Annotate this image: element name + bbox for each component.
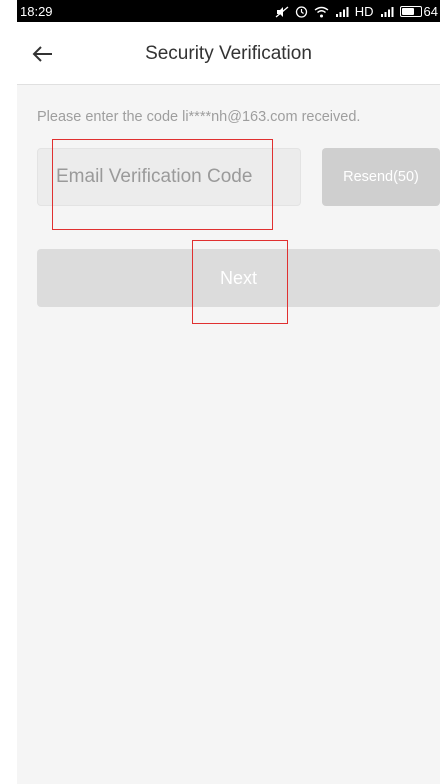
signal-icon xyxy=(335,6,349,17)
mute-icon xyxy=(275,6,289,18)
resend-button[interactable]: Resend(50) xyxy=(322,148,440,206)
status-bar: 18:29 HD 64 xyxy=(17,0,440,22)
alarm-icon xyxy=(295,5,308,18)
signal-icon xyxy=(380,6,394,17)
left-margin-strip xyxy=(0,0,17,784)
wifi-icon xyxy=(314,6,329,18)
page-title: Security Verification xyxy=(145,43,312,64)
email-verification-code-input[interactable] xyxy=(37,148,301,206)
status-icons: HD 64 xyxy=(275,4,438,19)
network-type-label: HD xyxy=(354,4,374,19)
status-time: 18:29 xyxy=(20,4,53,19)
battery-level: 64 xyxy=(423,4,438,19)
verification-hint: Please enter the code li****nh@163.com r… xyxy=(37,109,361,125)
app-bar: Security Verification xyxy=(17,22,440,85)
battery-icon: 64 xyxy=(399,4,438,19)
next-button[interactable]: Next xyxy=(37,249,440,307)
